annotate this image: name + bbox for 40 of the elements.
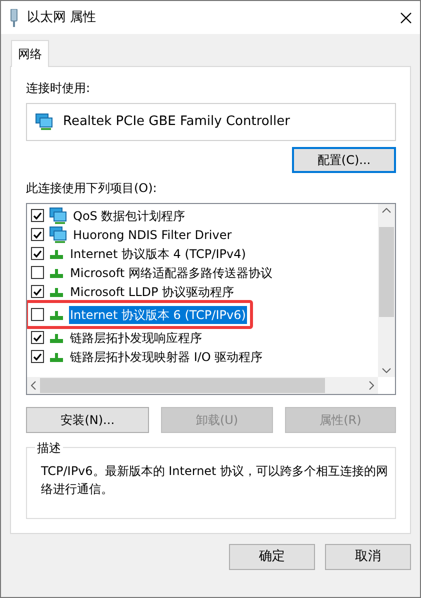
checkbox[interactable] [31,331,44,344]
checkbox[interactable] [31,308,44,321]
window-title: 以太网 属性 [27,8,98,27]
scroll-down-icon [382,368,391,373]
vertical-scrollbar[interactable] [378,204,395,377]
network-cable-icon [9,8,19,26]
checkbox[interactable] [31,209,44,222]
adapter-field: Realtek PCIe GBE Family Controller [26,103,396,141]
list-item[interactable]: Huorong NDIS Filter Driver [72,226,233,244]
list-item[interactable]: QoS 数据包计划程序 [72,206,186,224]
description-text: TCP/IPv6。最新版本的 Internet 协议，可以跨多个相互连接的网络进行通信。 [41,463,390,498]
monitors-icon [35,113,53,131]
scroll-left-icon [31,381,36,390]
horizontal-scrollbar[interactable] [27,377,378,394]
checkbox[interactable] [31,266,44,279]
list-item[interactable]: Internet 协议版本 4 (TCP/IPv4) [69,244,247,262]
action-button[interactable]: 安装(N)... [26,407,150,433]
close-icon [400,12,412,24]
monitors-icon [49,206,67,224]
checkbox[interactable] [31,228,44,241]
list-item[interactable]: 链路层拓扑发现响应程序 [69,328,203,346]
description-title: 描述 [35,439,63,457]
scroll-right-icon [369,381,374,390]
list-item[interactable]: Microsoft LLDP 协议驱动程序 [69,282,236,300]
scroll-thumb[interactable] [379,227,394,317]
configure-button[interactable]: 配置(C)... [292,147,396,173]
checkbox[interactable] [31,350,44,363]
connect-using-label: 连接时使用: [26,80,92,97]
dialog-button[interactable]: 取消 [325,544,411,570]
tab[interactable]: 网络 [11,40,49,67]
list-item[interactable]: Microsoft 网络适配器多路传送器协议 [69,264,274,282]
list-item[interactable]: 链路层拓扑发现映射器 I/O 驱动程序 [69,348,264,366]
items-label: 此连接使用下列项目(O): [26,180,158,197]
scroll-up-icon [382,208,391,213]
checkbox[interactable] [31,285,44,298]
scroll-thumb[interactable] [40,378,325,393]
list-item[interactable]: Internet 协议版本 6 (TCP/IPv6) [69,306,247,324]
monitors-icon [49,226,67,244]
dialog-button[interactable]: 确定 [229,544,315,570]
checkbox[interactable] [31,247,44,260]
